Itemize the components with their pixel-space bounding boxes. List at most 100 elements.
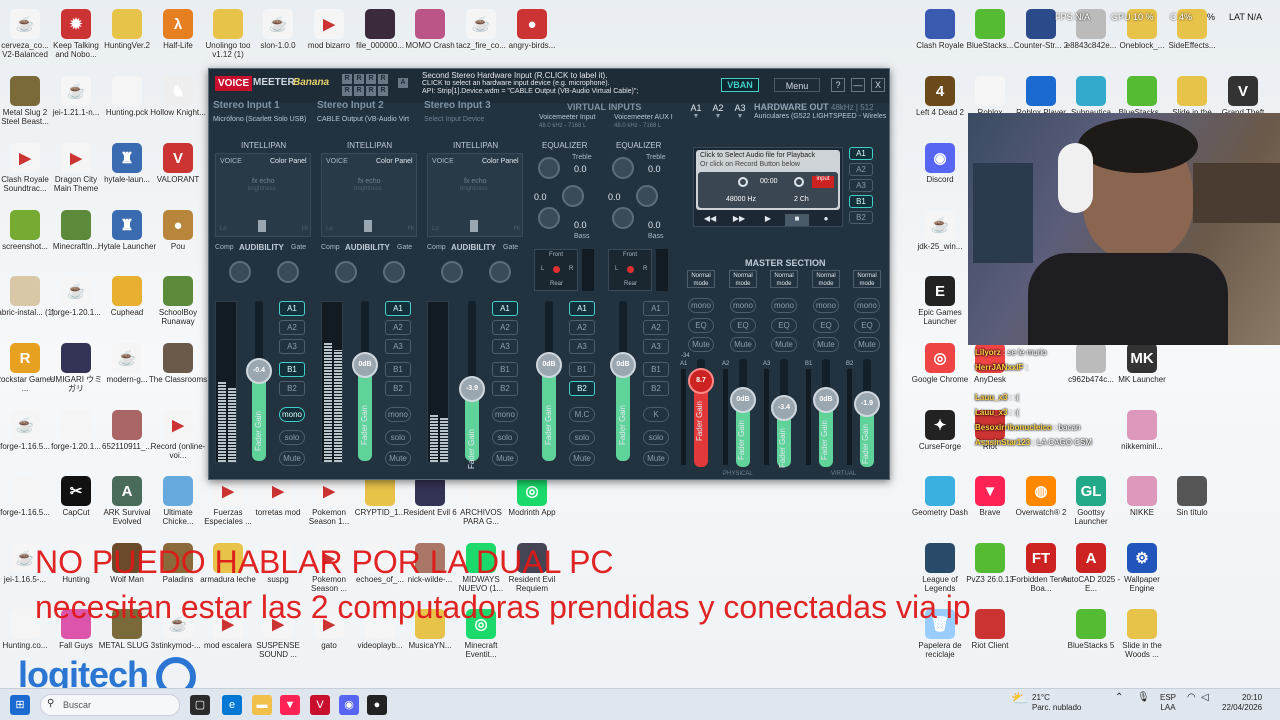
desktop-icon[interactable]: ◉ Discord [910,139,970,207]
master-fader-knob[interactable]: 0dB [730,387,756,414]
recorder-bus-b2-button[interactable]: B2 [849,211,873,224]
gate-knob[interactable] [383,261,405,283]
gate-knob[interactable] [277,261,299,283]
eq-button[interactable]: EQ [688,318,714,333]
file-explorer-icon[interactable]: ▬ [252,695,272,715]
eq-button[interactable]: EQ [771,318,797,333]
recorder-panel[interactable]: Click to Select Audio file for Playback O… [693,147,843,227]
mute-button[interactable]: Mute [492,451,518,466]
mono-button[interactable]: mono [730,298,756,313]
mute-button[interactable]: Mute [771,337,797,352]
bus-a1-button[interactable]: A1 [385,301,411,316]
mono-button[interactable]: mono [385,407,411,422]
master-fader-knob[interactable]: 8.7 [688,367,714,394]
desktop-icon[interactable]: ▶ Record (online-voi... [148,406,208,474]
eq-knob[interactable] [612,207,634,229]
taskbar-search[interactable]: ⚲ Buscar [40,694,180,716]
voicemeeter-titlebar[interactable]: VOICE MEETER Banana R R R R R R R R A Se… [209,69,889,103]
discord-task-icon[interactable]: ◉ [339,695,359,715]
pan-dot[interactable] [627,266,634,273]
desktop-icon[interactable]: Slide in the Woods ... [1112,605,1172,673]
bus-a2-button[interactable]: A2 [279,320,305,335]
bus-b1-button[interactable]: B1 [385,362,411,377]
mute-button[interactable]: Mute [854,337,880,352]
master-fader-knob[interactable]: -3.4 [771,394,797,421]
mono-button[interactable]: mono [688,298,714,313]
strip-title[interactable]: Stereo Input 1 [213,100,280,111]
strip-title[interactable]: Stereo Input 2 [317,100,384,111]
solo-button[interactable]: solo [569,430,595,445]
play-icon[interactable]: ▶ [756,214,780,226]
eq-knob[interactable] [612,157,634,179]
bus-b1-button[interactable]: B1 [279,362,305,377]
strip-title[interactable]: Stereo Input 3 [424,100,491,111]
bus-a2-button[interactable]: A2 [569,320,595,335]
recorder-bus-a2-button[interactable]: A2 [849,163,873,176]
normal-mode-button[interactable]: Normal mode [853,270,881,288]
hw-out-device[interactable]: Auriculares (G522 LIGHTSPEED - Wireles [754,113,886,120]
edge-icon[interactable]: e [222,695,242,715]
comp-knob[interactable] [441,261,463,283]
help-button[interactable]: ? [831,78,845,92]
bus-b2-button[interactable]: B2 [643,381,669,396]
desktop-icon[interactable]: ♞ Hollow Knight... [148,72,208,140]
brave-icon[interactable]: ▼ [280,695,300,715]
clock[interactable]: 20:10 22/04/2026 [1222,693,1262,713]
eq-knob[interactable] [538,207,560,229]
recorder-bus-a3-button[interactable]: A3 [849,179,873,192]
bus-b1-button[interactable]: B1 [569,362,595,377]
obs-task-icon[interactable]: ● [367,695,387,715]
intellipan-handle[interactable] [470,220,478,232]
mute-button[interactable]: Mute [813,337,839,352]
task-view-icon[interactable]: ▢ [190,695,210,715]
hw-out-a2-button[interactable]: A2 ▼ [709,103,727,123]
desktop-icon[interactable]: ⚙ Wallpaper Engine [1112,539,1172,607]
fader-knob[interactable]: 0dB [610,352,636,378]
eq-knob[interactable] [538,157,560,179]
intellipan-handle[interactable] [364,220,372,232]
mono-button[interactable]: mono [813,298,839,313]
solo-button[interactable]: solo [643,430,669,445]
bus-a2-button[interactable]: A2 [385,320,411,335]
master-fader-knob[interactable]: -1.9 [854,391,880,418]
intellipan-panel[interactable]: VOICE Color Panel fx echo brightness Lo Hi [427,153,523,237]
virtual-input-name[interactable]: Voicemeeter Input [539,114,595,121]
microphone-icon[interactable]: 🎙 [1137,693,1150,703]
bus-a3-button[interactable]: A3 [492,339,518,354]
comp-knob[interactable] [229,261,251,283]
desktop-icon[interactable]: V VALORANT [148,139,208,207]
strip-device[interactable]: CABLE Output (VB-Audio Virt [317,116,409,123]
mid-knob[interactable] [636,185,658,207]
mono-button[interactable]: mono [279,407,305,422]
chevron-up-icon[interactable]: ⌃ [1115,693,1123,703]
fader-knob[interactable]: 0dB [352,352,378,378]
solo-button[interactable]: solo [385,430,411,445]
bus-b2-button[interactable]: B2 [569,381,595,396]
strip-device[interactable]: Select Input Device [424,116,484,123]
desktop-icon[interactable]: nikkeminil... [1112,406,1172,474]
desktop-icon[interactable]: E Epic Games Launcher [910,272,970,340]
normal-mode-button[interactable]: Normal mode [770,270,798,288]
comp-knob[interactable] [335,261,357,283]
intellipan-panel[interactable]: VOICE Color Panel fx echo brightness Lo Hi [321,153,417,237]
bus-a3-button[interactable]: A3 [279,339,305,354]
mono-button[interactable]: mono [771,298,797,313]
mono-button[interactable]: K [643,407,669,422]
desktop-icon[interactable]: SchoolBoy Runaway [148,272,208,340]
bus-a2-button[interactable]: A2 [492,320,518,335]
eq-button[interactable]: EQ [813,318,839,333]
front-rear-panel[interactable]: Front L R Rear [534,249,578,291]
fast-forward-icon[interactable]: ▶▶ [727,214,751,226]
recorder-input-badge[interactable]: input [812,176,834,188]
master-fader-knob[interactable]: 0dB [813,387,839,414]
mute-button[interactable]: Mute [688,337,714,352]
bus-a3-button[interactable]: A3 [569,339,595,354]
volume-icon[interactable]: ◁ [1201,693,1209,703]
bus-a1-button[interactable]: A1 [492,301,518,316]
record-icon[interactable]: ● [814,214,838,226]
voicemeeter-task-icon[interactable]: V [310,695,330,715]
mute-button[interactable]: Mute [279,451,305,466]
front-rear-panel[interactable]: Front L R Rear [608,249,652,291]
normal-mode-button[interactable]: Normal mode [812,270,840,288]
recorder-bus-b1-button[interactable]: B1 [849,195,873,208]
